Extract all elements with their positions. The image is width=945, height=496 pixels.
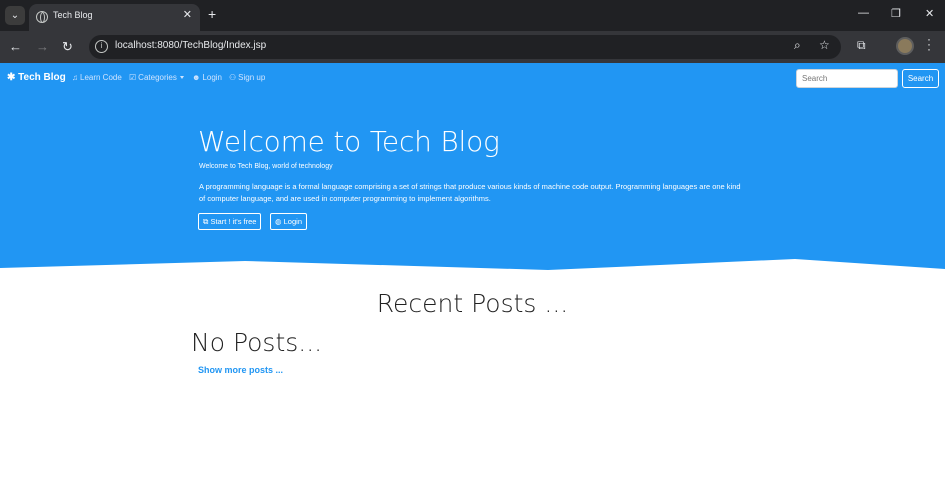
recent-posts-title: Recent Posts ... bbox=[376, 289, 569, 318]
start-button[interactable]: ⧉ Start ! it's free bbox=[198, 213, 262, 230]
show-more-link[interactable]: Show more posts ... bbox=[198, 365, 283, 375]
check-square-icon: ☑ bbox=[129, 73, 137, 82]
site-info-icon[interactable]: i bbox=[95, 40, 108, 53]
nav-categories[interactable]: ☑ Categories bbox=[129, 73, 184, 82]
star-icon[interactable]: ☆ bbox=[819, 38, 830, 52]
hero-description: A programming language is a formal langu… bbox=[199, 182, 741, 203]
nav-login[interactable]: ☻ Login bbox=[192, 73, 222, 82]
user-plus-icon: ⚇ bbox=[229, 73, 237, 82]
zoom-icon[interactable]: ⌕ bbox=[794, 38, 801, 53]
hero-login-label: Login bbox=[283, 217, 302, 226]
nav-sign-up[interactable]: ⚇ Sign up bbox=[229, 73, 265, 82]
tab-title: Tech Blog bbox=[53, 10, 93, 20]
minimize-icon[interactable]: — bbox=[858, 7, 869, 19]
globe-icon bbox=[36, 11, 48, 23]
chevron-down-icon bbox=[179, 76, 184, 80]
close-window-icon[interactable]: ✕ bbox=[925, 7, 934, 20]
tab-search-icon[interactable]: ⌄ bbox=[5, 6, 25, 25]
brand-link[interactable]: ✱ Tech Blog bbox=[7, 72, 66, 83]
close-icon[interactable]: ✕ bbox=[183, 8, 192, 21]
start-button-label: Start ! it's free bbox=[210, 217, 257, 226]
nav-sign-up-label: Sign up bbox=[238, 73, 266, 82]
restore-icon[interactable]: ❐ bbox=[891, 7, 901, 20]
plus-icon[interactable]: + bbox=[208, 6, 216, 22]
nav-learn-code-label: Learn Code bbox=[80, 73, 122, 82]
browser-tab[interactable]: Tech Blog ✕ bbox=[29, 4, 200, 31]
hero-banner bbox=[0, 63, 945, 270]
nav-categories-label: Categories bbox=[138, 73, 177, 82]
hero-title: Welcome to Tech Blog bbox=[198, 125, 500, 158]
browser-toolbar: ← → ↻ i localhost:8080/TechBlog/Index.js… bbox=[0, 31, 945, 63]
back-icon[interactable]: ← bbox=[9, 39, 22, 54]
web-page: ✱ Tech Blog ♫ Learn Code ☑ Categories ☻ Log… bbox=[0, 63, 945, 496]
globe-icon: ◍ bbox=[275, 217, 282, 226]
search-button[interactable]: Search bbox=[902, 69, 939, 88]
address-bar[interactable]: i localhost:8080/TechBlog/Index.jsp ⌕ ☆ bbox=[89, 35, 841, 59]
nav-learn-code[interactable]: ♫ Learn Code bbox=[72, 73, 122, 82]
url-text[interactable]: localhost:8080/TechBlog/Index.jsp bbox=[115, 40, 266, 51]
hero-subtitle: Welcome to Tech Blog, world of technolog… bbox=[199, 163, 333, 170]
nav-login-label: Login bbox=[202, 73, 222, 82]
hero-login-button[interactable]: ◍ Login bbox=[270, 213, 307, 230]
search-input[interactable] bbox=[796, 69, 898, 88]
forward-icon[interactable]: → bbox=[36, 39, 49, 54]
navbar: ✱ Tech Blog ♫ Learn Code ☑ Categories ☻ Log… bbox=[0, 63, 945, 93]
bell-icon: ♫ bbox=[72, 73, 78, 82]
brand-label: Tech Blog bbox=[18, 72, 66, 83]
user-circle-icon: ☻ bbox=[192, 73, 201, 82]
no-posts-text: No Posts... bbox=[191, 328, 323, 357]
browser-tab-bar: ⌄ Tech Blog ✕ + — ❐ ✕ bbox=[0, 0, 945, 31]
avatar[interactable] bbox=[896, 37, 914, 55]
asterisk-icon: ✱ bbox=[7, 72, 16, 83]
reload-icon[interactable]: ↻ bbox=[62, 39, 73, 55]
menu-icon[interactable]: · · · bbox=[927, 33, 931, 55]
extensions-icon[interactable]: ⧉ bbox=[857, 38, 866, 53]
external-link-icon: ⧉ bbox=[203, 217, 209, 226]
